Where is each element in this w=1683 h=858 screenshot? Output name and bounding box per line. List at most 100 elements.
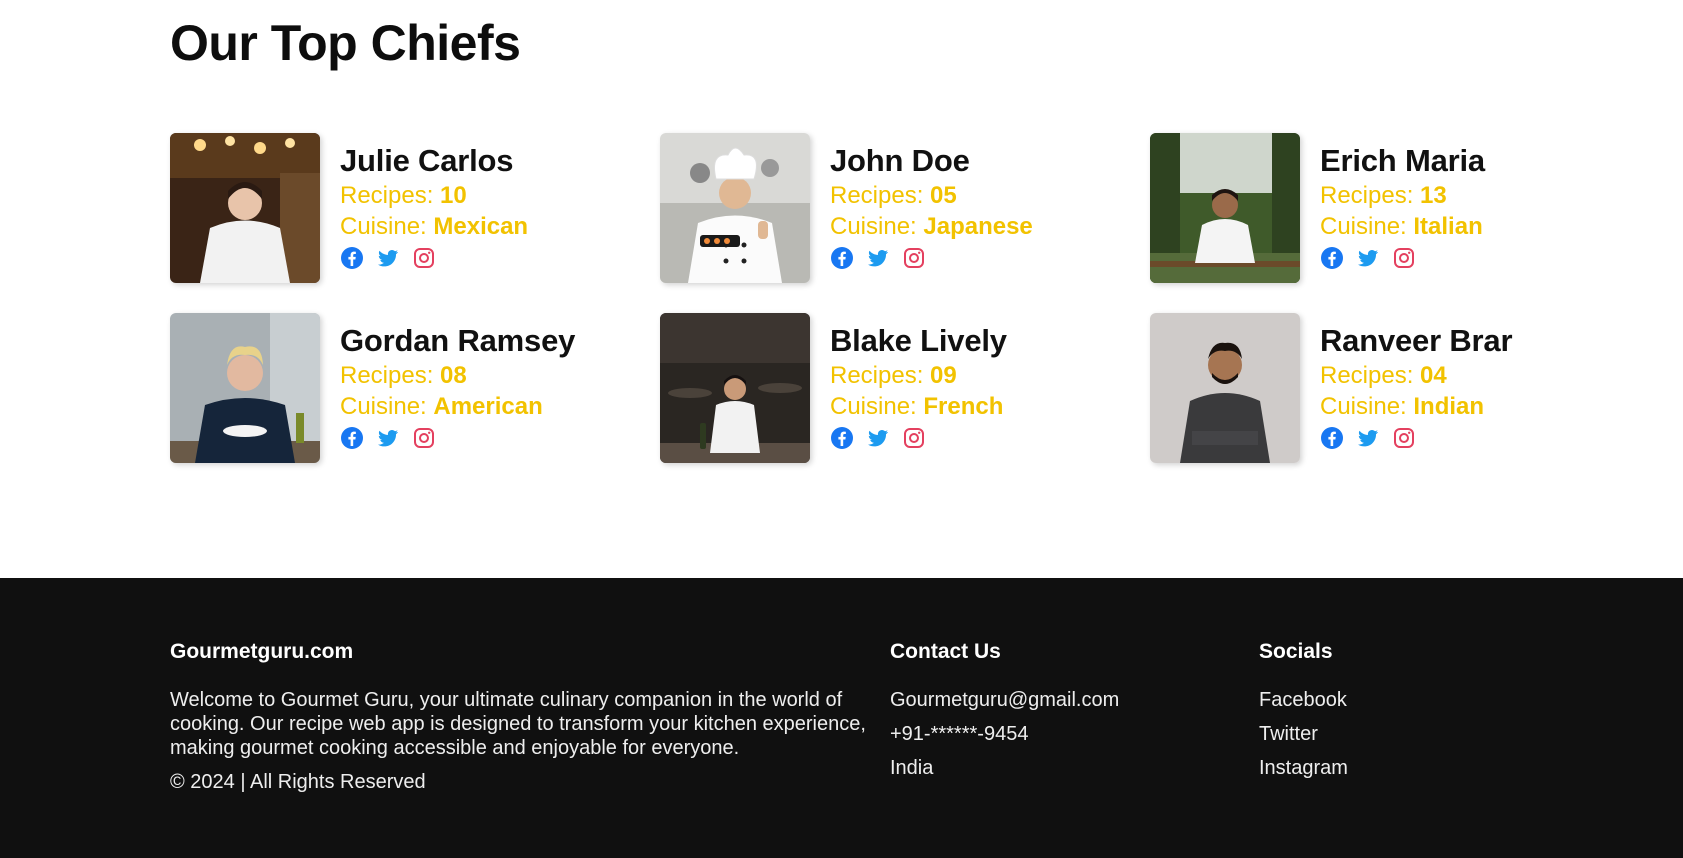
cuisine-label: Cuisine: (340, 213, 434, 240)
chef-recipes: Recipes: 04 (1320, 360, 1512, 391)
footer-brand[interactable]: Gourmetguru.com (170, 640, 870, 664)
recipes-count: 08 (440, 362, 467, 389)
chef-card: Ranveer Brar Recipes: 04 Cuisine: Indian (1150, 313, 1640, 493)
chef-info: John Doe Recipes: 05 Cuisine: Japanese (830, 133, 1033, 270)
chef-socials (1320, 426, 1512, 450)
chef-cuisine: Cuisine: American (340, 391, 575, 422)
chef-card: Gordan Ramsey Recipes: 08 Cuisine: Ameri… (170, 313, 660, 493)
recipes-label: Recipes: (340, 182, 441, 209)
cuisine-label: Cuisine: (830, 393, 924, 420)
recipes-count: 04 (1420, 362, 1447, 389)
chef-socials (340, 426, 575, 450)
chef-recipes: Recipes: 13 (1320, 180, 1485, 211)
footer-socials: Socials Facebook Twitter Instagram (1259, 640, 1348, 790)
chef-photo (1150, 313, 1300, 463)
instagram-icon[interactable] (412, 246, 436, 270)
chef-socials (830, 426, 1007, 450)
cuisine-value: French (923, 393, 1004, 420)
chef-name: Gordan Ramsey (340, 323, 576, 358)
chef-info: Ranveer Brar Recipes: 04 Cuisine: Indian (1320, 313, 1513, 450)
facebook-icon[interactable] (340, 246, 364, 270)
chef-name: Blake Lively (830, 323, 1007, 358)
recipes-count: 09 (930, 362, 957, 389)
instagram-icon[interactable] (412, 426, 436, 450)
recipes-label: Recipes: (1320, 182, 1421, 209)
contact-phone[interactable]: +91-******-9454 (890, 722, 1119, 746)
chef-socials (830, 246, 1033, 270)
chef-cuisine: Cuisine: French (830, 391, 1007, 422)
chef-socials (340, 246, 528, 270)
chef-name: Erich Maria (1320, 143, 1485, 178)
chef-info: Julie Carlos Recipes: 10 Cuisine: Mexica… (340, 133, 528, 270)
chef-cuisine: Cuisine: Japanese (830, 211, 1033, 242)
cuisine-value: Italian (1413, 213, 1483, 240)
instagram-icon[interactable] (1392, 246, 1416, 270)
instagram-link[interactable]: Instagram (1259, 756, 1348, 780)
chef-cuisine: Cuisine: Italian (1320, 211, 1485, 242)
chef-name: John Doe (830, 143, 970, 178)
chef-photo (170, 313, 320, 463)
chef-info: Erich Maria Recipes: 13 Cuisine: Italian (1320, 133, 1485, 270)
facebook-icon[interactable] (830, 246, 854, 270)
chef-photo (660, 133, 810, 283)
recipes-count: 10 (440, 182, 467, 209)
chef-info: Blake Lively Recipes: 09 Cuisine: French (830, 313, 1007, 450)
cuisine-value: Indian (1413, 393, 1485, 420)
recipes-label: Recipes: (1320, 362, 1421, 389)
footer-contact: Contact Us Gourmetguru@gmail.com +91-***… (890, 640, 1119, 790)
chef-recipes: Recipes: 09 (830, 360, 1007, 391)
footer-copyright: © 2024 | All Rights Reserved (170, 771, 426, 793)
twitter-icon[interactable] (1356, 426, 1380, 450)
instagram-icon[interactable] (1392, 426, 1416, 450)
chef-card: John Doe Recipes: 05 Cuisine: Japanese (660, 133, 1150, 313)
footer-about-text: Welcome to Gourmet Guru, your ultimate c… (170, 689, 866, 759)
twitter-link[interactable]: Twitter (1259, 722, 1348, 746)
twitter-icon[interactable] (866, 426, 890, 450)
chef-cuisine: Cuisine: Mexican (340, 211, 528, 242)
cuisine-value: Japanese (923, 213, 1033, 240)
twitter-icon[interactable] (1356, 246, 1380, 270)
chef-recipes: Recipes: 10 (340, 180, 528, 211)
recipes-count: 13 (1420, 182, 1447, 209)
cuisine-value: Mexican (433, 213, 529, 240)
chef-card: Erich Maria Recipes: 13 Cuisine: Italian (1150, 133, 1640, 313)
chef-photo (170, 133, 320, 283)
twitter-icon[interactable] (376, 426, 400, 450)
facebook-icon[interactable] (340, 426, 364, 450)
chef-socials (1320, 246, 1485, 270)
chef-photo (660, 313, 810, 463)
chef-name: Ranveer Brar (1320, 323, 1513, 358)
cuisine-value: American (433, 393, 543, 420)
chef-card: Julie Carlos Recipes: 10 Cuisine: Mexica… (170, 133, 660, 313)
recipes-label: Recipes: (830, 362, 931, 389)
cuisine-label: Cuisine: (1320, 213, 1414, 240)
facebook-icon[interactable] (1320, 246, 1344, 270)
instagram-icon[interactable] (902, 246, 926, 270)
cuisine-label: Cuisine: (340, 393, 434, 420)
recipes-count: 05 (930, 182, 957, 209)
chef-recipes: Recipes: 08 (340, 360, 575, 391)
instagram-icon[interactable] (902, 426, 926, 450)
chef-name: Julie Carlos (340, 143, 514, 178)
facebook-icon[interactable] (830, 426, 854, 450)
recipes-label: Recipes: (830, 182, 931, 209)
socials-title: Socials (1259, 640, 1333, 663)
chef-cuisine: Cuisine: Indian (1320, 391, 1512, 422)
facebook-icon[interactable] (1320, 426, 1344, 450)
facebook-link[interactable]: Facebook (1259, 688, 1348, 712)
twitter-icon[interactable] (376, 246, 400, 270)
chef-card: Blake Lively Recipes: 09 Cuisine: French (660, 313, 1150, 493)
chef-info: Gordan Ramsey Recipes: 08 Cuisine: Ameri… (340, 313, 575, 450)
twitter-icon[interactable] (866, 246, 890, 270)
chefs-grid: Julie Carlos Recipes: 10 Cuisine: Mexica… (170, 133, 1640, 493)
contact-title: Contact Us (890, 640, 1001, 663)
footer-about: Gourmetguru.com Welcome to Gourmet Guru,… (170, 640, 870, 794)
cuisine-label: Cuisine: (1320, 393, 1414, 420)
contact-country: India (890, 757, 934, 779)
chef-photo (1150, 133, 1300, 283)
site-footer: Gourmetguru.com Welcome to Gourmet Guru,… (0, 578, 1683, 858)
section-title: Our Top Chiefs (170, 15, 521, 71)
chef-recipes: Recipes: 05 (830, 180, 1033, 211)
contact-email[interactable]: Gourmetguru@gmail.com (890, 688, 1119, 712)
cuisine-label: Cuisine: (830, 213, 924, 240)
